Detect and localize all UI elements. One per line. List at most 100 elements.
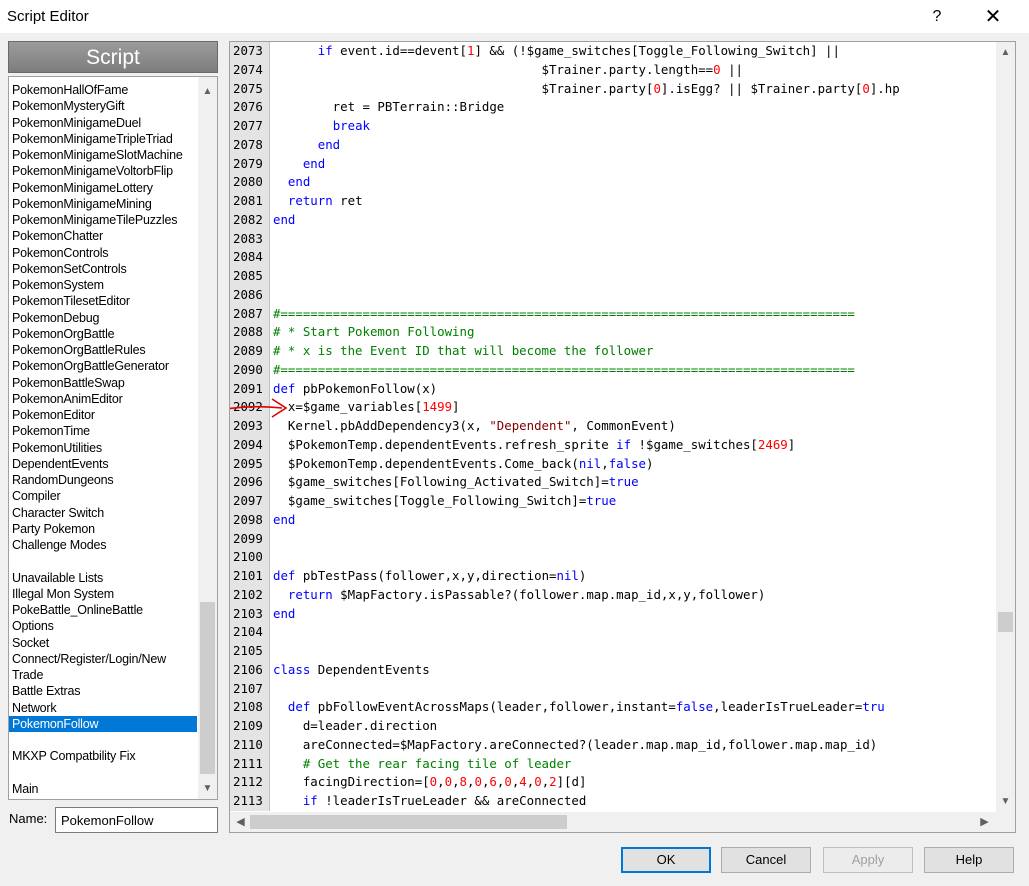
name-input[interactable]: [55, 807, 218, 833]
code-line[interactable]: 2104: [230, 623, 995, 642]
script-list-item[interactable]: [9, 732, 197, 748]
script-list-item[interactable]: PokemonMinigameDuel: [9, 115, 197, 131]
script-list-item[interactable]: Party Pokemon: [9, 521, 197, 537]
code-line[interactable]: 2102 return $MapFactory.isPassable?(foll…: [230, 585, 995, 605]
code-line[interactable]: 2113 if !leaderIsTrueLeader && areConnec…: [230, 792, 995, 811]
code-line[interactable]: 2080 end: [230, 173, 995, 192]
script-list-item[interactable]: Socket: [9, 635, 197, 651]
script-list-item[interactable]: PokemonMinigameTilePuzzles: [9, 212, 197, 228]
code-line[interactable]: 2089 # * x is the Event ID that will beco…: [230, 342, 995, 361]
script-list-item[interactable]: PokemonUtilities: [9, 440, 197, 456]
script-list-item[interactable]: MKXP Compatbility Fix: [9, 748, 197, 764]
script-list-item[interactable]: PokemonMysteryGift: [9, 98, 197, 114]
script-list-item[interactable]: PokemonHallOfFame: [9, 82, 197, 98]
code-line[interactable]: 2079 end: [230, 154, 995, 174]
code-line[interactable]: 2094 $PokemonTemp.dependentEvents.refres…: [230, 435, 995, 455]
code-line[interactable]: 2097 $game_switches[Toggle_Following_Swi…: [230, 492, 995, 511]
code-line[interactable]: 2084: [230, 248, 995, 267]
apply-button[interactable]: Apply: [823, 847, 913, 873]
editor-horizontal-scrollbar[interactable]: ◀ ▶: [230, 812, 995, 832]
script-list-item[interactable]: Battle Extras: [9, 683, 197, 699]
code-line[interactable]: 2098 end: [230, 510, 995, 530]
script-list-item[interactable]: PokemonEditor: [9, 407, 197, 423]
script-list-item[interactable]: PokemonSetControls: [9, 261, 197, 277]
code-line[interactable]: 2109 d=leader.direction: [230, 717, 995, 736]
code-line[interactable]: 2110 areConnected=$MapFactory.areConnect…: [230, 735, 995, 755]
script-list-item[interactable]: Challenge Modes: [9, 537, 197, 553]
code-line[interactable]: 2075 $Trainer.party[0].isEgg? || $Traine…: [230, 79, 995, 99]
script-list-item[interactable]: PokemonSystem: [9, 277, 197, 293]
scroll-down-icon[interactable]: ▼: [996, 793, 1015, 810]
script-list-item[interactable]: Unavailable Lists: [9, 570, 197, 586]
script-list-item[interactable]: PokemonTime: [9, 423, 197, 439]
script-list-item[interactable]: DependentEvents: [9, 456, 197, 472]
code-area[interactable]: 2073 if event.id==devent[1] && (!$game_s…: [230, 42, 995, 812]
script-list-item[interactable]: PokemonMinigameMining: [9, 196, 197, 212]
code-editor[interactable]: 2073 if event.id==devent[1] && (!$game_s…: [229, 41, 1016, 833]
scroll-up-icon[interactable]: ▲: [996, 44, 1015, 61]
script-list-item[interactable]: Character Switch: [9, 505, 197, 521]
code-line[interactable]: 2093 Kernel.pbAddDependency3(x, "Depende…: [230, 417, 995, 436]
scroll-right-icon[interactable]: ▶: [976, 812, 993, 832]
code-line[interactable]: 2082 end: [230, 210, 995, 230]
help-button[interactable]: Help: [924, 847, 1014, 873]
scroll-down-icon[interactable]: ▼: [198, 780, 217, 797]
code-line[interactable]: 2100: [230, 548, 995, 567]
code-line[interactable]: 2092 x=$game_variables[1499]: [230, 398, 995, 418]
code-line[interactable]: 2090 #===================================…: [230, 360, 995, 380]
script-list-item[interactable]: Connect/Register/Login/New: [9, 651, 197, 667]
code-line[interactable]: 2096 $game_switches[Following_Activated_…: [230, 473, 995, 492]
code-line[interactable]: 2095 $PokemonTemp.dependentEvents.Come_b…: [230, 454, 995, 474]
script-list-item[interactable]: [9, 553, 197, 569]
scrollbar-thumb[interactable]: [250, 815, 567, 829]
help-icon[interactable]: ?: [914, 0, 960, 33]
code-line[interactable]: 2073 if event.id==devent[1] && (!$game_s…: [230, 42, 995, 61]
code-line[interactable]: 2076 ret = PBTerrain::Bridge: [230, 98, 995, 117]
script-list-item[interactable]: PokemonMinigameVoltorbFlip: [9, 163, 197, 179]
code-line[interactable]: 2103 end: [230, 604, 995, 624]
close-icon[interactable]: ✕: [970, 0, 1016, 33]
editor-vertical-scrollbar[interactable]: ▲ ▼: [996, 42, 1015, 812]
code-line[interactable]: 2083: [230, 229, 995, 249]
ok-button[interactable]: OK: [621, 847, 711, 873]
script-list-item[interactable]: PokemonMinigameLottery: [9, 180, 197, 196]
script-list-item[interactable]: Trade: [9, 667, 197, 683]
script-list-item[interactable]: PokemonMinigameSlotMachine: [9, 147, 197, 163]
script-list-item[interactable]: RandomDungeons: [9, 472, 197, 488]
script-list-item[interactable]: PokemonMinigameTripleTriad: [9, 131, 197, 147]
code-line[interactable]: 2086: [230, 285, 995, 305]
script-list-item[interactable]: Illegal Mon System: [9, 586, 197, 602]
script-list[interactable]: PokemonHallOfFame PokemonMysteryGift Pokem…: [8, 76, 218, 800]
code-line[interactable]: 2108 def pbFollowEventAcrossMaps(leader,…: [230, 698, 995, 717]
code-line[interactable]: 2099: [230, 529, 995, 549]
code-line[interactable]: 2074 $Trainer.party.length==0 ||: [230, 60, 995, 80]
script-list-scrollbar[interactable]: ▲ ▼: [198, 77, 217, 799]
script-list-item[interactable]: Network: [9, 700, 197, 716]
script-list-item[interactable]: PokemonOrgBattleRules: [9, 342, 197, 358]
code-line[interactable]: 2101 def pbTestPass(follower,x,y,directio…: [230, 567, 995, 586]
script-list-item[interactable]: PokemonTilesetEditor: [9, 293, 197, 309]
script-list-item[interactable]: Options: [9, 618, 197, 634]
code-line[interactable]: 2078 end: [230, 135, 995, 155]
cancel-button[interactable]: Cancel: [721, 847, 811, 873]
code-line[interactable]: 2077 break: [230, 117, 995, 136]
scrollbar-thumb[interactable]: [200, 602, 215, 774]
code-line[interactable]: 2091 def pbPokemonFollow(x): [230, 379, 995, 399]
script-list-item[interactable]: PokemonChatter: [9, 228, 197, 244]
scroll-left-icon[interactable]: ◀: [232, 812, 249, 832]
script-list-item[interactable]: PokemonAnimEditor: [9, 391, 197, 407]
script-list-item[interactable]: PokemonOrgBattleGenerator: [9, 358, 197, 374]
script-list-item[interactable]: PokemonControls: [9, 245, 197, 261]
script-list-item[interactable]: PokemonOrgBattle: [9, 326, 197, 342]
code-line[interactable]: 2111 # Get the rear facing tile of leade…: [230, 754, 995, 774]
code-line[interactable]: 2105: [230, 642, 995, 661]
script-list-item[interactable]: PokemonBattleSwap: [9, 375, 197, 391]
code-line[interactable]: 2087 #===================================…: [230, 304, 995, 324]
code-line[interactable]: 2085: [230, 267, 995, 286]
code-line[interactable]: 2081 return ret: [230, 192, 995, 211]
scroll-up-icon[interactable]: ▲: [198, 83, 217, 100]
script-list-item[interactable]: Main: [9, 781, 197, 797]
script-list-item[interactable]: PokeBattle_OnlineBattle: [9, 602, 197, 618]
code-line[interactable]: 2112 facingDirection=[0,0,8,0,6,0,4,0,2]…: [230, 773, 995, 792]
code-line[interactable]: 2106 class DependentEvents: [230, 660, 995, 680]
